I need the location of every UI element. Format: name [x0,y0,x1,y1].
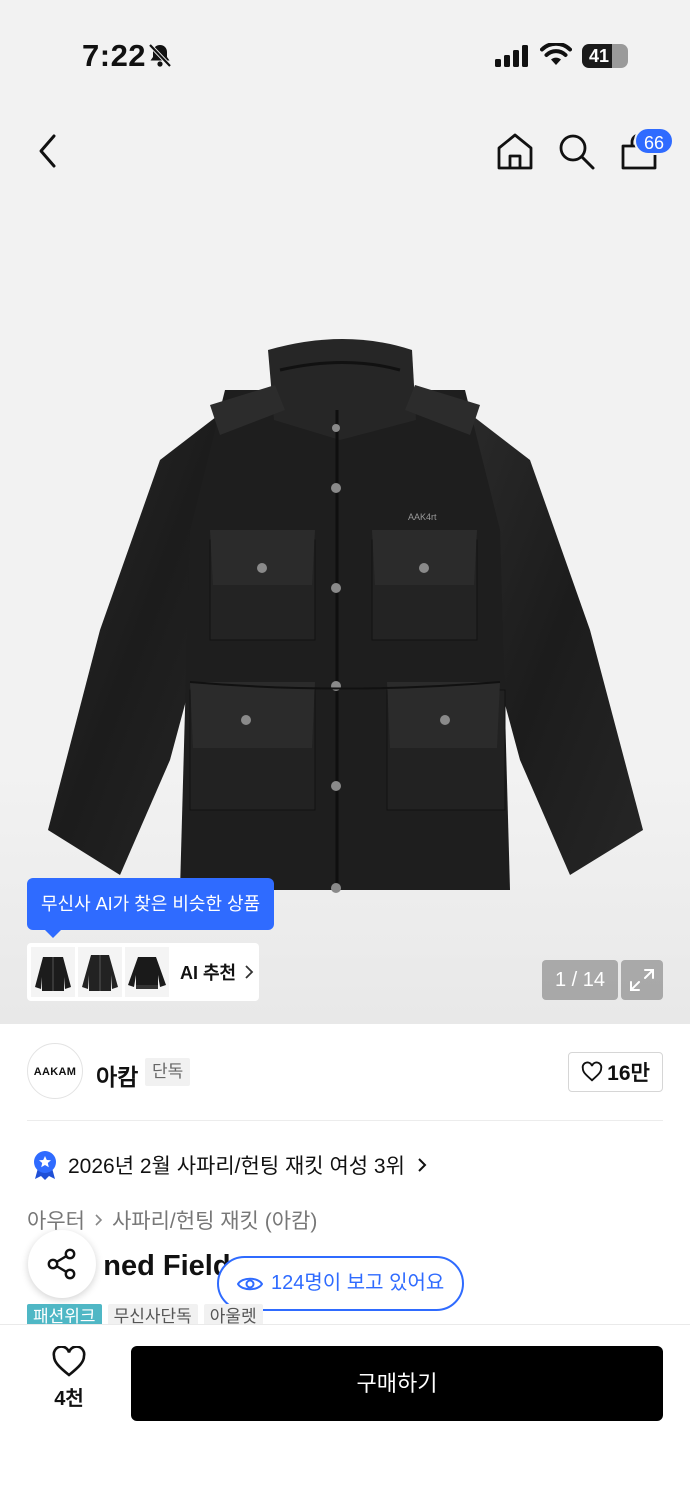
cart-count-badge: 66 [634,127,674,155]
ai-recommend-strip[interactable]: AI 추천 [27,943,259,1001]
expand-image-button[interactable] [621,960,663,1000]
viewers-badge: 124명이 보고 있어요 [217,1256,465,1311]
ai-similar-tooltip: 무신사 AI가 찾은 비슷한 상품 [27,878,275,938]
product-tags: 패션위크 무신사단독 아울렛 [27,1304,269,1326]
product-tag: 패션위크 [27,1304,102,1326]
battery-icon: 41 [582,44,628,68]
bell-off-icon [148,43,172,68]
heart-icon [52,1346,86,1377]
brand-name[interactable]: 아캄 [96,1058,138,1092]
wishlist-count: 4천 [54,1388,84,1410]
wishlist-button[interactable]: 4천 [44,1346,94,1411]
viewers-text: 124명이 보고 있어요 [271,1272,445,1294]
product-title-text: ned Field [103,1250,231,1282]
share-button[interactable] [28,1230,96,1298]
image-page-indicator: 1 / 14 [542,960,618,1000]
share-icon [47,1248,76,1280]
chevron-right-icon [418,1158,427,1172]
status-time: 7:22 [82,38,147,73]
ai-recommend-label: AI 추천 [180,963,237,983]
buy-button[interactable]: 구매하기 [131,1346,663,1421]
ranking-link[interactable]: 2026년 2월 사파리/헌팅 재킷 여성 3위 [32,1150,427,1180]
battery-level: 41 [588,46,610,66]
signal-icon [495,45,528,67]
ai-recommend-link[interactable]: AI 추천 [180,959,254,985]
search-icon[interactable] [556,131,596,171]
heart-icon [581,1061,603,1082]
wifi-icon [540,43,572,65]
expand-icon [630,969,654,991]
brand-like-count: 16만 [607,1062,650,1085]
brand-like-button[interactable]: 16만 [568,1052,663,1092]
product-image[interactable]: AAK4rt [40,330,650,920]
product-tag: 무신사단독 [107,1304,198,1326]
brand-logo[interactable]: AAKAM [27,1043,83,1099]
eye-icon [237,1277,263,1290]
ranking-text: 2026년 2월 사파리/헌팅 재킷 여성 3위 [68,1155,405,1178]
product-gallery[interactable]: 7:22 41 66 AAK4rt 무신사 AI가 찾은 비슷한 상품 AI 추… [0,0,690,1024]
product-tag: 아울렛 [203,1304,263,1326]
svg-text:AAK4rt: AAK4rt [408,512,437,522]
divider [27,1120,663,1121]
ai-thumbnail [125,947,169,997]
ai-thumbnail [31,947,75,997]
ai-thumbnail [78,947,122,997]
chevron-right-icon [245,965,254,979]
medal-icon [34,1151,56,1180]
brand-exclusive-tag: 단독 [145,1058,191,1086]
breadcrumb-item[interactable]: 사파리/헌팅 재킷 (아캄) [112,1205,317,1235]
chevron-right-icon [95,1214,103,1226]
back-icon[interactable] [34,132,64,170]
home-icon[interactable] [495,131,535,171]
